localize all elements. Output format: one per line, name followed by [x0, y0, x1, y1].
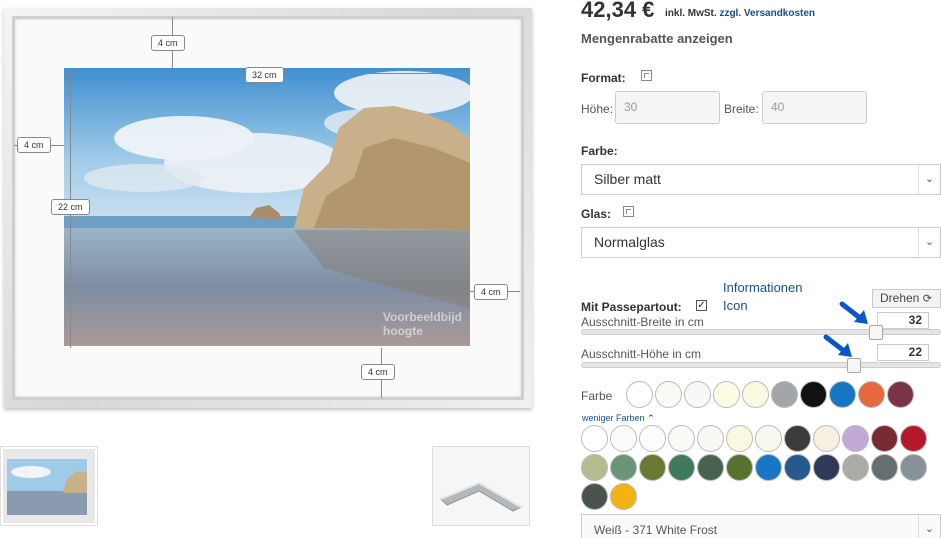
- color-swatch[interactable]: [784, 454, 811, 481]
- passepartout-checkbox[interactable]: ✓: [696, 300, 707, 311]
- color-swatch[interactable]: [726, 425, 753, 452]
- color-swatch[interactable]: [697, 454, 724, 481]
- color-swatch[interactable]: [784, 425, 811, 452]
- dim-width-label: 32 cm: [245, 67, 284, 83]
- farbe-select[interactable]: Silber matt ⌄: [581, 164, 941, 195]
- price-subtext: inkl. MwSt. zzgl. Versandkosten: [665, 8, 815, 19]
- color-swatch[interactable]: [713, 381, 740, 408]
- color-swatch[interactable]: [655, 381, 682, 408]
- thumbnail-frame-corner[interactable]: [432, 446, 530, 526]
- color-swatch[interactable]: [668, 454, 695, 481]
- watermark-line-2: hoogte: [382, 324, 423, 338]
- farbe-selected: Silber matt: [594, 171, 661, 187]
- fewer-colors-label: weniger Farben: [582, 413, 645, 423]
- arrow-icon: [839, 301, 868, 324]
- color-swatch[interactable]: [755, 425, 782, 452]
- color-swatch[interactable]: [771, 381, 798, 408]
- dim-bottom-label: 4 cm: [361, 364, 395, 380]
- fewer-colors-link[interactable]: weniger Farben ⌃: [582, 413, 655, 424]
- price: 42,34 €: [581, 0, 655, 22]
- color-swatch[interactable]: [858, 381, 885, 408]
- beach-photo: [64, 68, 470, 346]
- chevron-down-icon: ⌄: [918, 228, 940, 257]
- color-swatch[interactable]: [610, 425, 637, 452]
- color-swatch[interactable]: [581, 425, 608, 452]
- chevron-down-icon: ⌄: [918, 515, 940, 538]
- chevron-up-icon: ⌃: [647, 413, 655, 423]
- color-swatch[interactable]: [900, 425, 927, 452]
- thumbnail-preview[interactable]: [0, 446, 98, 526]
- color-swatch[interactable]: [697, 425, 724, 452]
- color-swatch[interactable]: [900, 454, 927, 481]
- preview-photo: Voorbeeldbijd hoogte: [64, 68, 470, 346]
- product-options-panel: 42,34 € inkl. MwSt. zzgl. Versandkosten …: [580, 0, 941, 538]
- height-label: Höhe:: [581, 102, 614, 116]
- dim-left-label: 4 cm: [17, 137, 51, 153]
- info-icon-annotation: Informationen Icon: [723, 279, 803, 315]
- color-swatch[interactable]: [871, 425, 898, 452]
- color-swatch[interactable]: [842, 425, 869, 452]
- color-swatch[interactable]: [639, 454, 666, 481]
- dim-top-label: 4 cm: [151, 35, 185, 51]
- cutout-height-slider[interactable]: [581, 362, 941, 368]
- color-swatch[interactable]: [581, 483, 608, 510]
- color-swatch[interactable]: [871, 454, 898, 481]
- rotate-button[interactable]: Drehen ⟳: [872, 289, 941, 308]
- shipping-link[interactable]: zzgl. Versandkosten: [719, 8, 815, 19]
- farbe-label: Farbe:: [581, 144, 618, 158]
- tax-note: inkl. MwSt.: [665, 8, 717, 19]
- dim-height-label: 22 cm: [51, 199, 90, 215]
- cutout-width-input[interactable]: 32: [877, 312, 929, 329]
- color-swatch[interactable]: [842, 454, 869, 481]
- passepartout-label: Mit Passepartout:: [581, 300, 682, 314]
- format-info-icon[interactable]: [641, 70, 652, 81]
- format-label: Format:: [581, 71, 626, 85]
- cutout-height-label: Ausschnitt-Höhe in cm: [581, 347, 702, 361]
- cutout-height-input[interactable]: 22: [877, 344, 929, 361]
- cutout-width-slider[interactable]: [581, 329, 941, 335]
- passepartout-color-select[interactable]: Weiß - 371 White Frost ⌄: [581, 514, 941, 538]
- color-swatch[interactable]: [668, 425, 695, 452]
- glas-label: Glas:: [581, 207, 612, 221]
- color-swatch[interactable]: [684, 381, 711, 408]
- passepartout-color-label: Farbe: [581, 389, 613, 403]
- color-swatch[interactable]: [639, 425, 666, 452]
- width-label: Breite:: [724, 102, 759, 116]
- width-input[interactable]: 40: [762, 91, 867, 124]
- arrow-icon: [823, 334, 852, 357]
- thumbnail-photo-image: [1, 447, 97, 525]
- glas-info-icon[interactable]: [623, 206, 634, 217]
- dim-right-label: 4 cm: [474, 284, 508, 300]
- color-swatch[interactable]: [610, 483, 637, 510]
- color-swatch[interactable]: [581, 454, 608, 481]
- passepartout-color-selected: Weiß - 371 White Frost: [594, 523, 718, 537]
- color-swatch[interactable]: [742, 381, 769, 408]
- glas-select[interactable]: Normalglas ⌄: [581, 227, 941, 258]
- color-swatch[interactable]: [610, 454, 637, 481]
- cutout-width-label: Ausschnitt-Breite in cm: [581, 315, 704, 329]
- color-swatch[interactable]: [800, 381, 827, 408]
- rotate-label: Drehen: [880, 291, 920, 305]
- color-swatch[interactable]: [626, 381, 653, 408]
- mengenrabatte-link[interactable]: Mengenrabatte anzeigen: [581, 31, 733, 46]
- color-swatch[interactable]: [755, 454, 782, 481]
- chevron-down-icon: ⌄: [918, 165, 940, 194]
- frame-corner-image: [433, 447, 529, 525]
- watermark: Voorbeeldbijd hoogte: [383, 310, 462, 338]
- info-annotation-line-2: Icon: [723, 298, 748, 313]
- height-input[interactable]: 30: [615, 91, 720, 124]
- watermark-line-1: Voorbeeldbijd: [382, 310, 462, 324]
- glas-selected: Normalglas: [594, 234, 665, 250]
- color-swatch[interactable]: [829, 381, 856, 408]
- rotate-icon: ⟳: [922, 293, 932, 305]
- color-swatch[interactable]: [726, 454, 753, 481]
- color-swatch[interactable]: [813, 454, 840, 481]
- color-swatch[interactable]: [887, 381, 914, 408]
- info-annotation-line-1: Informationen: [723, 280, 803, 295]
- color-swatch[interactable]: [813, 425, 840, 452]
